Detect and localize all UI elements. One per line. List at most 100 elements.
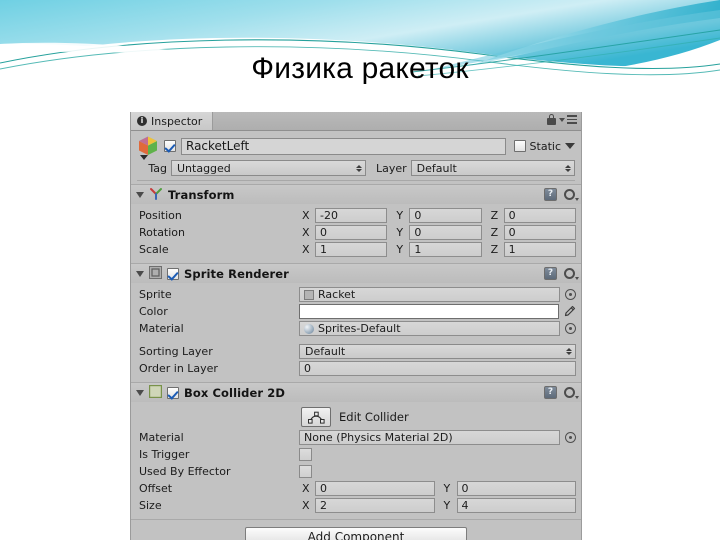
sprite-value: Racket [318, 288, 356, 301]
page-title: Физика ракеток [251, 52, 469, 85]
offset-label: Offset [139, 482, 173, 495]
edit-collider-row: Edit Collider [136, 405, 576, 429]
property-position: Position X -20 Y 0 Z 0 [136, 207, 576, 224]
offset-y-input[interactable]: 0 [456, 481, 576, 496]
collider-material-object-field[interactable]: None (Physics Material 2D) [299, 430, 560, 445]
color-swatch-field[interactable] [299, 304, 559, 319]
box-collider-glyph [148, 384, 163, 398]
hamburger-menu-icon[interactable] [559, 115, 577, 124]
component-box-collider-2d-header[interactable]: Box Collider 2D ? [131, 383, 581, 402]
size-x-axis-label: X [302, 499, 310, 512]
rotation-y-input[interactable]: 0 [409, 225, 482, 240]
position-x-input[interactable]: -20 [315, 208, 388, 223]
order-in-layer-input[interactable]: 0 [299, 361, 576, 376]
layer-dropdown-arrows-icon [565, 164, 571, 172]
rotation-label: Rotation [139, 226, 186, 239]
component-transform-title: Transform [168, 187, 235, 202]
offset-x-input[interactable]: 0 [315, 481, 435, 496]
foldout-arrow-icon[interactable] [136, 389, 144, 396]
property-size: Size X 2 Y 4 [136, 497, 576, 514]
component-transform-actions: ? [544, 188, 579, 201]
help-icon[interactable]: ? [544, 386, 557, 399]
gameobject-name-input[interactable]: RacketLeft [181, 137, 506, 155]
property-rotation: Rotation X 0 Y 0 Z 0 [136, 224, 576, 241]
is-trigger-checkbox[interactable] [299, 448, 312, 461]
position-y-axis-label: Y [396, 209, 404, 222]
static-dropdown-caret-icon[interactable] [565, 143, 575, 149]
edit-collider-label: Edit Collider [339, 410, 409, 424]
gameobject-enabled-checkbox[interactable] [164, 140, 176, 152]
used-by-effector-checkbox[interactable] [299, 465, 312, 478]
info-icon: i [137, 116, 147, 126]
tag-dropdown[interactable]: Untagged [171, 160, 366, 176]
component-sprite-renderer: Sprite Renderer ? Sprite Racket Color Ma… [131, 263, 581, 382]
size-y-input[interactable]: 4 [456, 498, 576, 513]
lock-icon[interactable] [547, 114, 556, 125]
position-y-input[interactable]: 0 [409, 208, 482, 223]
scale-x-input[interactable]: 1 [315, 242, 388, 257]
tag-dropdown-arrows-icon [356, 164, 362, 172]
prefab-cube-icon[interactable] [137, 135, 159, 160]
position-z-input[interactable]: 0 [503, 208, 576, 223]
is-trigger-label: Is Trigger [139, 448, 190, 461]
material-object-picker-icon[interactable] [565, 323, 576, 334]
property-order-in-layer: Order in Layer 0 [136, 360, 576, 377]
foldout-arrow-icon[interactable] [136, 270, 144, 277]
collider-material-object-picker-icon[interactable] [565, 432, 576, 443]
help-icon[interactable]: ? [544, 267, 557, 280]
scale-x-axis-label: X [302, 243, 310, 256]
position-label: Position [139, 209, 182, 222]
sprite-renderer-enabled-checkbox[interactable] [167, 267, 179, 280]
component-box-collider-2d-title: Box Collider 2D [184, 385, 286, 400]
foldout-arrow-icon[interactable] [136, 191, 144, 198]
tag-label: Tag [148, 161, 167, 175]
color-fields [299, 304, 576, 319]
gear-icon[interactable] [563, 386, 579, 399]
component-transform-header[interactable]: Transform ? [131, 185, 581, 204]
sprite-label: Sprite [139, 288, 172, 301]
sprite-renderer-glyph [149, 265, 162, 279]
property-color: Color [136, 303, 576, 320]
static-checkbox[interactable] [513, 140, 526, 152]
eyedropper-icon[interactable] [562, 305, 576, 319]
inspector-tabstrip-controls [547, 114, 577, 125]
sprite-object-picker-icon[interactable] [565, 289, 576, 300]
component-sprite-renderer-header[interactable]: Sprite Renderer ? [131, 264, 581, 283]
layer-value: Default [416, 161, 457, 175]
component-sprite-renderer-title: Sprite Renderer [184, 266, 289, 281]
offset-x-axis-label: X [302, 482, 310, 495]
inspector-panel: i Inspector RacketLeft Static Tag Untagg… [130, 112, 582, 540]
scale-label: Scale [139, 243, 169, 256]
gear-icon[interactable] [563, 188, 579, 201]
static-group: Static [511, 140, 575, 153]
sorting-layer-dropdown[interactable]: Default [299, 344, 576, 359]
sprite-fields: Racket [299, 287, 576, 302]
component-sprite-renderer-actions: ? [544, 267, 579, 280]
material-object-field[interactable]: Sprites-Default [299, 321, 560, 336]
transform-glyph [150, 188, 162, 200]
gear-icon[interactable] [563, 267, 579, 280]
help-icon[interactable]: ? [544, 188, 557, 201]
rotation-fields: X 0 Y 0 Z 0 [299, 225, 576, 240]
property-used-by-effector: Used By Effector [136, 463, 576, 480]
material-label: Material [139, 322, 184, 335]
component-box-collider-2d-actions: ? [544, 386, 579, 399]
sprite-object-field[interactable]: Racket [299, 287, 560, 302]
tab-inspector[interactable]: i Inspector [131, 112, 214, 130]
rotation-z-input[interactable]: 0 [503, 225, 576, 240]
static-label: Static [529, 139, 561, 153]
layer-dropdown[interactable]: Default [410, 160, 575, 176]
size-x-input[interactable]: 2 [315, 498, 435, 513]
component-transform: Transform ? Position X -20 Y 0 Z 0 Rotat… [131, 184, 581, 263]
is-trigger-fields [299, 448, 576, 461]
scale-z-input[interactable]: 1 [503, 242, 576, 257]
add-component-button[interactable]: Add Component [245, 527, 467, 540]
edit-collider-button[interactable] [301, 407, 331, 427]
box-collider-enabled-checkbox[interactable] [167, 386, 179, 399]
scale-y-input[interactable]: 1 [409, 242, 482, 257]
sorting-layer-label: Sorting Layer [139, 345, 213, 358]
component-sprite-renderer-body: Sprite Racket Color Material Sprites-Def… [131, 283, 581, 382]
rotation-x-input[interactable]: 0 [315, 225, 388, 240]
collider-material-label: Material [139, 431, 184, 444]
property-material: Material Sprites-Default [136, 320, 576, 337]
